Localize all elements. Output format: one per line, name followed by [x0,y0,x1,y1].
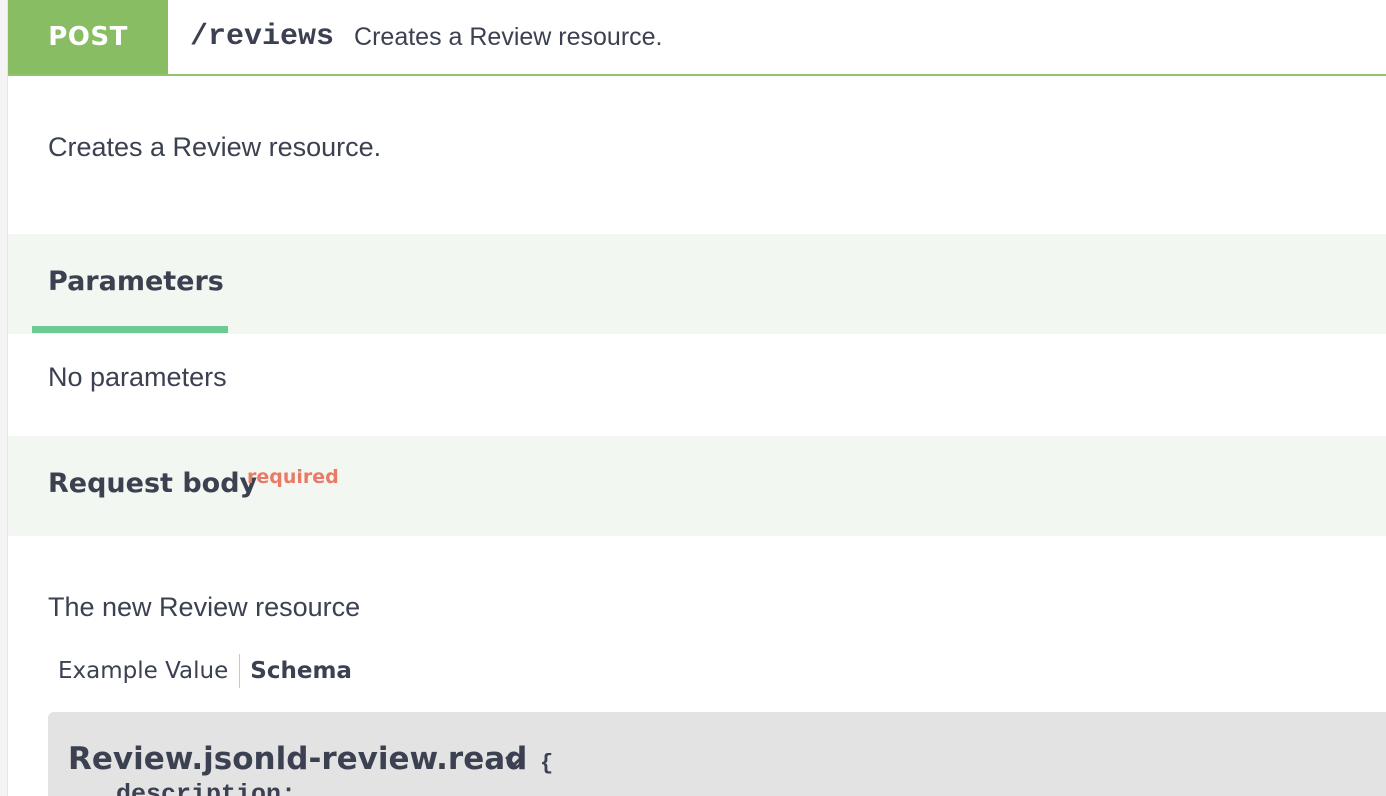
request-body-title: Request body [48,468,258,499]
operation-summary: Creates a Review resource. [354,22,663,51]
active-tab-indicator [32,326,228,333]
schema-field: description: [116,780,297,796]
operation-page: POST /reviews Creates a Review resource.… [0,0,1386,796]
tab-parameters[interactable]: Parameters [48,266,224,297]
required-badge: required [247,466,339,488]
operation-header[interactable]: POST /reviews Creates a Review resource. [8,0,1386,76]
left-border [0,0,8,796]
example-schema-tabs: Example Value Schema [58,654,352,688]
schema-model-name[interactable]: Review.jsonld-review.read [68,741,527,777]
tab-schema[interactable]: Schema [250,658,352,684]
chevron-down-icon[interactable] [504,752,524,772]
method-badge: POST [8,0,168,74]
schema-open-brace: { [540,751,554,776]
no-parameters-text: No parameters [48,362,227,392]
operation-description: Creates a Review resource. [48,132,382,162]
operation-path: /reviews [190,20,335,54]
tab-example-value[interactable]: Example Value [58,658,228,684]
request-body-description: The new Review resource [48,592,361,622]
tab-divider [239,654,241,688]
